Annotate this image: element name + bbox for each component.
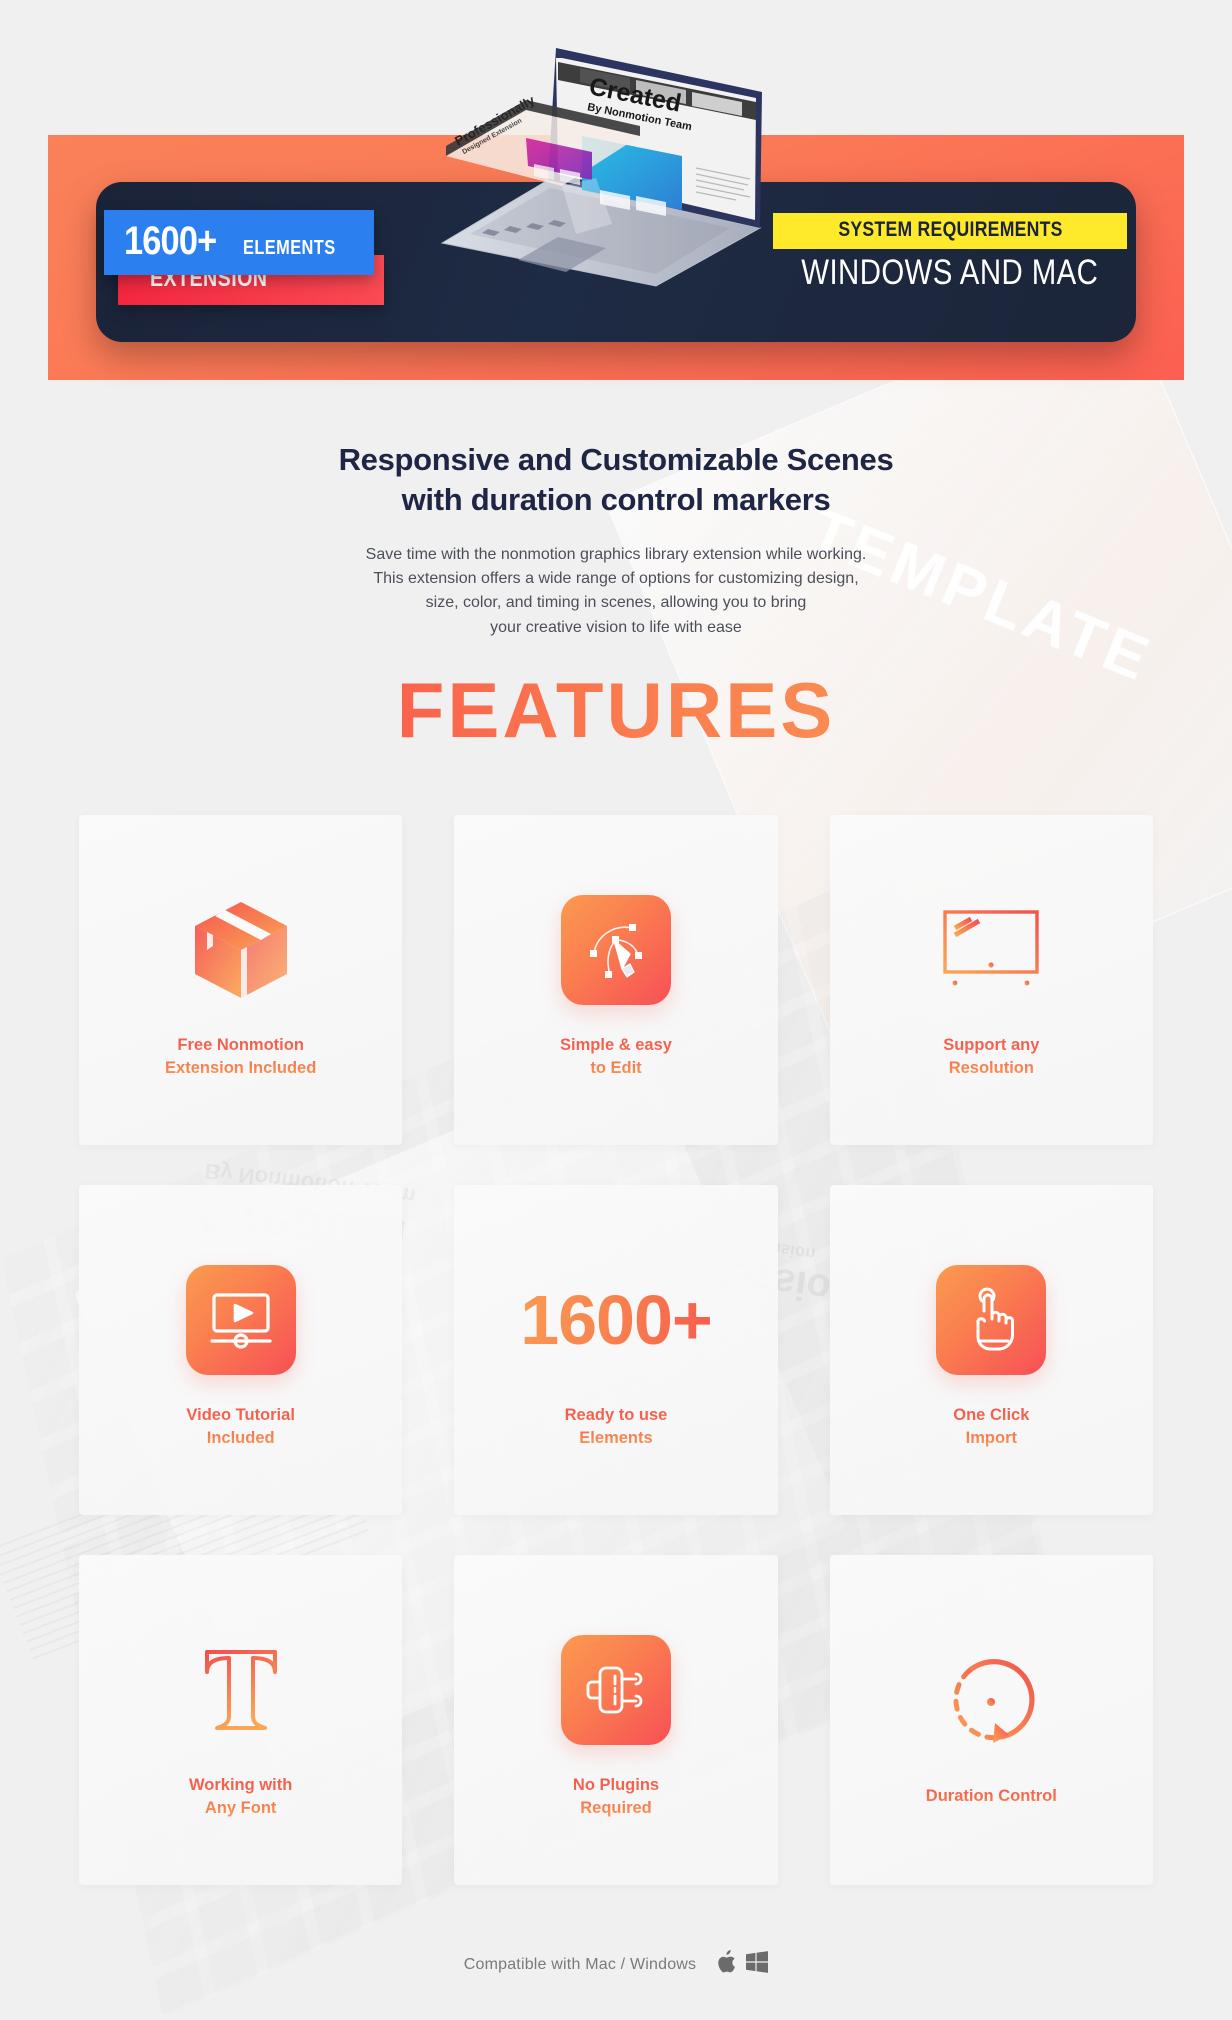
power-plug-icon-slot xyxy=(560,1620,671,1760)
laptop-illustration: Created By Nonmotion Team Professionally… xyxy=(430,28,770,288)
features-grid: Free Nonmotion Extension Included Simple… xyxy=(79,815,1153,1885)
system-requirements-block: SYSTEM REQUIREMENTS WINDOWS AND MAC xyxy=(773,213,1127,293)
windows-logo-icon xyxy=(746,1951,769,1978)
page-title-line1: Responsive and Customizable Scenes xyxy=(338,442,894,477)
intro-line-1: Save time with the nonmotion graphics li… xyxy=(365,545,867,563)
feature-label-line1: One Click xyxy=(953,1405,1030,1424)
apple-logo-icon xyxy=(716,1950,736,1979)
pen-tool-icon-slot xyxy=(560,880,671,1020)
feature-card-no-plugins[interactable]: No Plugins Required xyxy=(454,1555,778,1885)
feature-label-line2: Resolution xyxy=(948,1059,1034,1077)
feature-label-line1: Video Tutorial xyxy=(186,1405,295,1424)
feature-label-line2: to Edit xyxy=(590,1059,642,1077)
clock-duration-icon xyxy=(939,1631,1043,1771)
elements-number: 1600+ xyxy=(520,1280,713,1359)
feature-card-one-click-import[interactable]: One Click Import xyxy=(829,1185,1153,1515)
feature-card-duration-control[interactable]: Duration Control xyxy=(829,1555,1153,1885)
feature-card-support-resolution[interactable]: Support any Resolution xyxy=(829,815,1153,1145)
feature-card-simple-easy-edit[interactable]: Simple & easy to Edit xyxy=(454,815,778,1145)
intro-section: Responsive and Customizable Scenes with … xyxy=(0,440,1232,640)
feature-label-line1: Ready to use xyxy=(564,1405,668,1424)
text-type-icon xyxy=(195,1620,287,1760)
feature-label-line2: Extension Included xyxy=(165,1059,317,1077)
feature-label-line2: Required xyxy=(580,1799,652,1817)
intro-line-4: your creative vision to life with ease xyxy=(490,618,742,636)
click-hand-icon-slot xyxy=(936,1250,1047,1390)
feature-label-line2: Elements xyxy=(579,1429,653,1447)
monitor-icon xyxy=(939,880,1043,1020)
system-os-text: WINDOWS AND MAC xyxy=(801,253,1099,292)
feature-label-line1: Free Nonmotion xyxy=(177,1035,304,1054)
feature-card-label: Free Nonmotion Extension Included xyxy=(165,1034,316,1081)
footer: Compatible with Mac / Windows xyxy=(0,1950,1232,1979)
feature-card-label: Simple & easy to Edit xyxy=(560,1034,672,1081)
elements-count-number: 1600+ xyxy=(124,219,217,263)
pen-tool-icon xyxy=(560,894,671,1005)
elements-count-label: ELEMENTS xyxy=(243,237,336,259)
feature-label-line1: Duration Control xyxy=(925,1787,1057,1806)
feature-card-video-tutorial[interactable]: Video Tutorial Included xyxy=(79,1185,403,1515)
system-requirements-label: SYSTEM REQUIREMENTS xyxy=(773,213,1127,249)
feature-label-line2: Import xyxy=(965,1429,1017,1447)
feature-label-line2: Included xyxy=(206,1429,275,1447)
elements-count-badge: 1600+ ELEMENTS xyxy=(104,210,375,275)
feature-label-line1: Simple & easy xyxy=(560,1035,672,1054)
feature-card-label: No Plugins Required xyxy=(573,1774,659,1821)
click-hand-icon xyxy=(936,1264,1047,1375)
package-box-icon xyxy=(187,880,295,1020)
system-os-label: WINDOWS AND MAC xyxy=(773,253,1127,293)
video-player-icon xyxy=(185,1264,296,1375)
features-heading: FEATURES xyxy=(0,665,1232,756)
feature-card-label: Support any Resolution xyxy=(943,1034,1039,1081)
feature-label-line2: Any Font xyxy=(204,1799,277,1817)
poster-page: TEMPLATE Created By Nonmotion Team Profe… xyxy=(0,0,1232,2020)
feature-card-any-font[interactable]: Working with Any Font xyxy=(79,1555,403,1885)
intro-line-2: This extension offers a wide range of op… xyxy=(373,569,859,587)
elements-number-display: 1600+ xyxy=(520,1250,713,1390)
laptop-svg: Created By Nonmotion Team Professionally… xyxy=(440,48,762,287)
feature-label-line1: Support any xyxy=(943,1035,1040,1054)
feature-label-line1: No Plugins xyxy=(572,1775,660,1794)
page-title-line2: with duration control markers xyxy=(401,482,831,518)
feature-card-label: Video Tutorial Included xyxy=(186,1404,294,1451)
page-title: Responsive and Customizable Scenes with … xyxy=(0,440,1232,521)
os-icons-group xyxy=(716,1950,769,1979)
feature-card-label: One Click Import xyxy=(953,1404,1029,1451)
feature-card-ready-elements[interactable]: 1600+ Ready to use Elements xyxy=(454,1185,778,1515)
system-requirements-text: SYSTEM REQUIREMENTS xyxy=(838,218,1063,241)
feature-card-label: Duration Control xyxy=(926,1785,1057,1808)
video-player-icon-slot xyxy=(185,1250,296,1390)
feature-card-label: Ready to use Elements xyxy=(565,1404,668,1451)
feature-label-line1: Working with xyxy=(189,1775,293,1794)
feature-card-label: Working with Any Font xyxy=(189,1774,292,1821)
feature-card-free-extension[interactable]: Free Nonmotion Extension Included xyxy=(79,815,403,1145)
compatibility-text: Compatible with Mac / Windows xyxy=(463,1955,697,1973)
power-plug-icon xyxy=(560,1634,671,1745)
intro-paragraph: Save time with the nonmotion graphics li… xyxy=(0,543,1232,640)
intro-line-3: size, color, and timing in scenes, allow… xyxy=(425,594,807,612)
